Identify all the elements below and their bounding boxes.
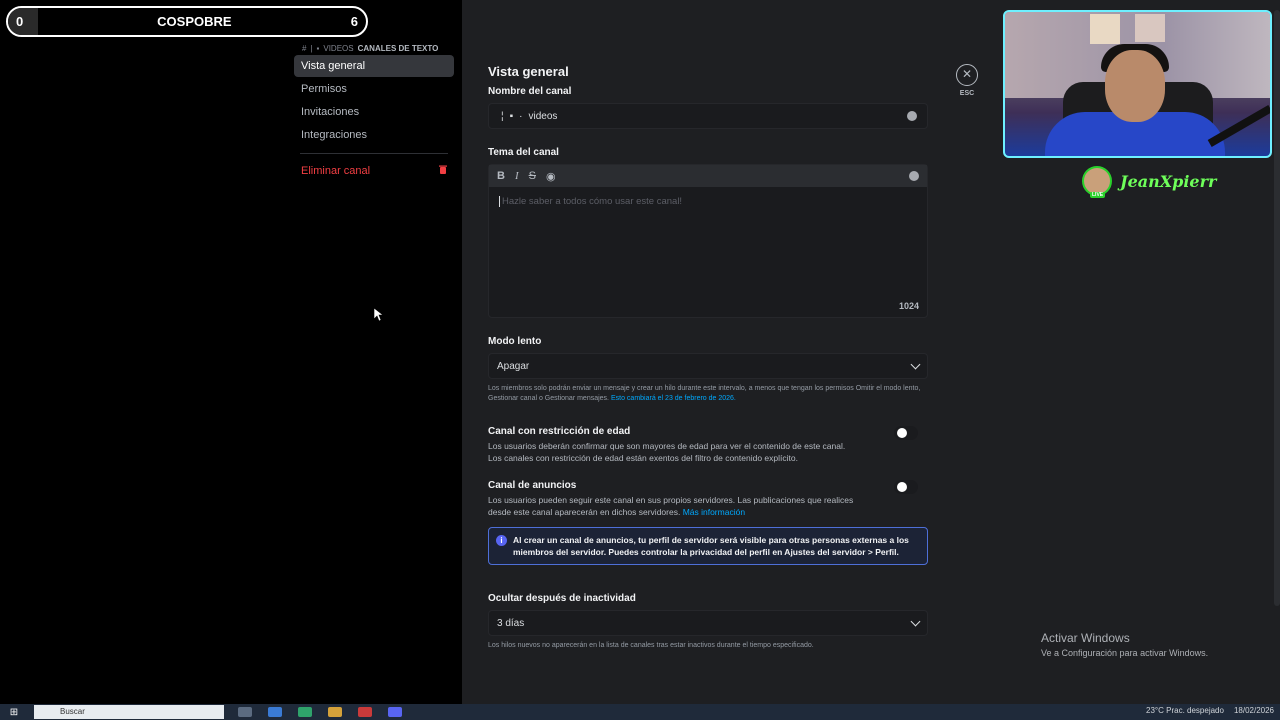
chevron-down-icon <box>910 359 921 369</box>
screen: 0 COSPOBRE 6 # | ▪ VIDEOS CANALES DE TEX… <box>0 0 1280 720</box>
delete-channel-button[interactable]: Eliminar canal <box>294 160 454 182</box>
slowmode-label: Modo lento <box>488 336 542 347</box>
chevron-down-icon <box>910 616 921 626</box>
inactivity-help: Los hilos nuevos no aparecerán en la lis… <box>488 642 814 649</box>
live-badge: LIVE <box>1090 192 1106 198</box>
emoji-icon[interactable] <box>907 111 917 121</box>
announcement-label: Canal de anuncios <box>488 480 577 491</box>
windows-taskbar: ⊞ Buscar 23°C Prac. despejado 18/02/2026 <box>0 704 1280 720</box>
page-title: Vista general <box>488 64 569 79</box>
scoreboard: 0 COSPOBRE 6 <box>6 6 368 37</box>
emoji-icon[interactable] <box>909 171 919 181</box>
topic-label: Tema del canal <box>488 147 559 158</box>
breadcrumb-category: CANALES DE TEXTO <box>357 43 439 53</box>
learn-more-link[interactable]: Más información <box>683 507 745 517</box>
webcam-overlay <box>1003 10 1272 158</box>
strikethrough-icon[interactable]: S <box>529 170 536 182</box>
char-counter: 1024 <box>898 301 919 311</box>
score-right: 6 <box>350 14 358 29</box>
discord-icon[interactable] <box>388 707 402 717</box>
overview-form: Vista general Nombre del canal ¦ ▪ · vid… <box>488 64 928 651</box>
slowmode-select[interactable]: Apagar <box>488 353 928 379</box>
weather[interactable]: 23°C Prac. despejado <box>1146 706 1224 715</box>
streamer-badge: LIVE JeanXpierr <box>1082 166 1217 198</box>
app-icon[interactable] <box>358 707 372 717</box>
announcement-row: Canal de anuncios Los usuarios pueden se… <box>488 480 928 518</box>
camera-icon: ▪ <box>316 43 320 53</box>
slowmode-help-link[interactable]: Esto cambiará el 23 de febrero de 2026. <box>611 395 736 402</box>
score-title: COSPOBRE <box>157 14 232 29</box>
channel-name-label: Nombre del canal <box>488 86 572 97</box>
channel-name-value: videos <box>528 110 558 122</box>
inactivity-label: Ocultar después de inactividad <box>488 593 636 604</box>
score-left: 0 <box>8 8 38 35</box>
mouse-cursor-icon <box>373 307 384 327</box>
settings-sidebar: # | ▪ VIDEOS CANALES DE TEXTO Vista gene… <box>294 42 454 182</box>
streamer-name: JeanXpierr <box>1120 171 1217 191</box>
announcement-toggle[interactable] <box>894 480 918 494</box>
sidebar-divider <box>300 153 448 154</box>
close-button[interactable]: ✕ ESC <box>954 64 980 97</box>
hash-icon: # <box>302 43 307 53</box>
age-restricted-toggle[interactable] <box>894 426 918 440</box>
system-tray: 23°C Prac. despejado 18/02/2026 <box>1146 706 1274 715</box>
activate-windows-watermark: Activar Windows Ve a Configuración para … <box>1041 631 1209 658</box>
close-icon[interactable]: ✕ <box>956 64 978 86</box>
slowmode-help: Los miembros solo podrán enviar un mensa… <box>488 385 921 402</box>
info-notice: i Al crear un canal de anuncios, tu perf… <box>488 527 928 565</box>
scrollbar[interactable] <box>1274 10 1280 606</box>
sidebar-item-overview[interactable]: Vista general <box>294 55 454 77</box>
breadcrumb: # | ▪ VIDEOS CANALES DE TEXTO <box>302 43 439 53</box>
sidebar-item-permissions[interactable]: Permisos <box>294 78 454 100</box>
app-icon[interactable] <box>328 707 342 717</box>
app-icon[interactable] <box>298 707 312 717</box>
delete-channel-label: Eliminar canal <box>301 165 371 177</box>
taskbar-search[interactable]: Buscar <box>34 705 224 719</box>
spoiler-eye-icon[interactable]: ◉ <box>546 170 556 183</box>
app-icon[interactable] <box>268 707 282 717</box>
trash-icon <box>439 165 447 177</box>
age-restricted-label: Canal con restricción de edad <box>488 426 631 437</box>
divider-icon: ¦ <box>501 110 504 122</box>
sidebar-item-invites[interactable]: Invitaciones <box>294 101 454 123</box>
task-view-icon[interactable] <box>238 707 252 717</box>
topic-placeholder: Hazle saber a todos cómo usar este canal… <box>499 196 682 207</box>
windows-start-icon[interactable]: ⊞ <box>0 707 28 718</box>
age-restricted-row: Canal con restricción de edad Los usuari… <box>488 426 928 464</box>
channel-name-input[interactable]: ¦ ▪ · videos <box>488 103 928 129</box>
italic-icon[interactable]: I <box>515 170 519 182</box>
inactivity-value: 3 días <box>497 617 525 629</box>
format-toolbar: B I S ◉ <box>489 165 927 187</box>
camera-icon: ▪ <box>509 110 514 122</box>
slowmode-value: Apagar <box>497 360 530 372</box>
topic-editor[interactable]: B I S ◉ Hazle saber a todos cómo usar es… <box>488 164 928 318</box>
esc-label: ESC <box>959 90 975 97</box>
info-icon: i <box>496 535 507 546</box>
bold-icon[interactable]: B <box>497 170 505 182</box>
clock-date[interactable]: 18/02/2026 <box>1234 706 1274 715</box>
avatar: LIVE <box>1082 166 1112 198</box>
sidebar-item-integrations[interactable]: Integraciones <box>294 124 454 146</box>
breadcrumb-channel: VIDEOS <box>323 43 354 53</box>
inactivity-select[interactable]: 3 días <box>488 610 928 636</box>
